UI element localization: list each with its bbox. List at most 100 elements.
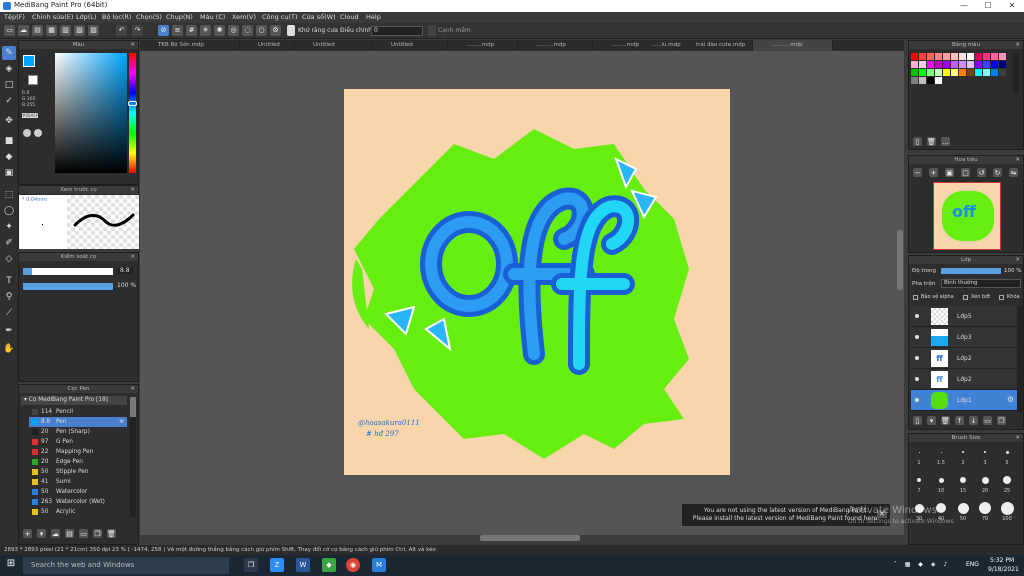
doc-tab[interactable]: .........mdp <box>593 40 639 51</box>
clock-date[interactable]: 9/18/2021 <box>988 566 1019 573</box>
color-swatch[interactable] <box>943 61 950 68</box>
soft-edge-checkbox[interactable] <box>428 25 436 36</box>
secondary-color-swatch[interactable] <box>28 75 38 85</box>
color-swatch[interactable] <box>943 69 950 76</box>
move-up-icon[interactable]: ↑ <box>955 416 964 425</box>
saturation-value-picker[interactable] <box>55 53 127 173</box>
minimize-button[interactable]: — <box>952 0 976 12</box>
brush-item[interactable]: 50 Watercolor <box>29 487 127 497</box>
color-swatch[interactable] <box>975 61 982 68</box>
color-swatch[interactable] <box>967 69 974 76</box>
layer-folder-icon[interactable]: ▭ <box>983 416 992 425</box>
hand-tool-icon[interactable]: ✋ <box>2 342 16 356</box>
layer-opacity-slider[interactable] <box>941 268 1001 274</box>
zoom-app-icon[interactable]: Z <box>270 558 284 572</box>
doc-tab[interactable]: TKB Bộ Sớn.mdp <box>140 40 240 51</box>
save-icon[interactable]: ▦ <box>46 25 57 36</box>
color-swatch[interactable] <box>983 61 990 68</box>
brush-item[interactable]: 97 G Pen <box>29 437 127 447</box>
brush-item[interactable]: 20 Edge Pen <box>29 457 127 467</box>
brush-size-value[interactable]: 8.8 <box>117 267 133 274</box>
brush-tool-icon[interactable]: ✎ <box>2 46 16 60</box>
color-swatch[interactable] <box>999 69 1006 76</box>
color-swatch[interactable] <box>919 77 926 84</box>
layer-scrollbar[interactable] <box>1017 306 1023 412</box>
lock-checkbox[interactable] <box>999 295 1004 300</box>
doc-tab[interactable]: trái đào cute.mdp <box>678 40 753 51</box>
color-swatch[interactable] <box>991 69 998 76</box>
color-swatch[interactable] <box>911 77 918 84</box>
brush-menu-icon[interactable]: ▾ <box>37 529 46 538</box>
brush-size-option[interactable] <box>938 477 944 483</box>
color-swatch[interactable] <box>919 53 926 60</box>
visibility-icon[interactable] <box>915 335 919 339</box>
taskbar-search[interactable]: Search the web and Windows <box>23 557 229 574</box>
color-swatch[interactable] <box>911 61 918 68</box>
brush-list-scrollbar[interactable] <box>130 397 136 517</box>
text-tool-icon[interactable]: T <box>2 274 16 288</box>
horizontal-scrollbar[interactable] <box>480 535 580 541</box>
undo-icon[interactable]: ↶ <box>116 25 127 36</box>
zoom-out-icon[interactable]: − <box>913 168 922 177</box>
close-button[interactable]: ✕ <box>1000 0 1024 12</box>
doc-tab[interactable]: Untitled <box>240 40 295 51</box>
visibility-icon[interactable] <box>915 377 919 381</box>
flip-icon[interactable]: ⇋ <box>1009 168 1018 177</box>
brush-item[interactable]: 50 Stipple Pen <box>29 467 127 477</box>
color-swatch[interactable] <box>959 69 966 76</box>
layer-menu-icon[interactable]: ▾ <box>927 416 936 425</box>
new-layer-icon[interactable]: ▯ <box>913 416 922 425</box>
gear-icon[interactable]: ✲ <box>119 417 124 427</box>
doc-tab[interactable]: ..........mdp <box>518 40 593 51</box>
brush-item[interactable]: 263 Watercolor (Wet) <box>29 497 127 507</box>
menu-filter[interactable]: Bộ lọc(R) <box>102 13 131 21</box>
doc-tab[interactable]: ......lu.mdp <box>633 40 681 51</box>
navigator-thumbnail[interactable]: off <box>933 182 1001 250</box>
layer-row-selected[interactable]: Lớp1 ⚙ <box>911 390 1017 411</box>
primary-color-swatch[interactable] <box>23 55 35 67</box>
snap-circle-icon[interactable]: ◎ <box>228 25 239 36</box>
color-swatch[interactable] <box>935 61 942 68</box>
maximize-button[interactable]: ☐ <box>976 0 1000 12</box>
color-swatch[interactable] <box>919 69 926 76</box>
color-swatch[interactable] <box>983 53 990 60</box>
color-swatch[interactable] <box>911 69 918 76</box>
new-icon[interactable]: ▭ <box>4 25 15 36</box>
layer-row[interactable]: ff Lớp2 <box>911 369 1017 390</box>
visibility-icon[interactable] <box>915 356 919 360</box>
hue-slider[interactable] <box>129 53 136 173</box>
color-swatch[interactable] <box>951 61 958 68</box>
color-swatch[interactable] <box>927 61 934 68</box>
hex-field[interactable]: #00A5FF <box>22 113 40 118</box>
color-swatch[interactable] <box>999 53 1006 60</box>
color-swatch[interactable] <box>911 53 918 60</box>
layout-icon[interactable]: ▧ <box>74 25 85 36</box>
color-swatch[interactable] <box>959 53 966 60</box>
snap-parallel-icon[interactable]: ≡ <box>172 25 183 36</box>
duplicate-layer-icon[interactable]: ❐ <box>997 416 1006 425</box>
snap-icon[interactable]: ▨ <box>88 25 99 36</box>
language-indicator[interactable]: ENG <box>966 561 979 568</box>
open-icon[interactable]: ▤ <box>32 25 43 36</box>
blend-mode-select[interactable]: Bình thường <box>941 279 1021 288</box>
grid-icon[interactable]: ▥ <box>60 25 71 36</box>
color-swatch[interactable] <box>927 77 934 84</box>
menu-edit[interactable]: Chỉnh sửa(E) <box>32 13 73 21</box>
chrome-icon[interactable]: ◉ <box>346 558 360 572</box>
rotate-right-icon[interactable]: ↻ <box>993 168 1002 177</box>
vertical-scrollbar[interactable] <box>897 230 903 290</box>
color-swatch[interactable] <box>991 61 998 68</box>
operation-tool-icon[interactable]: ⚲ <box>2 290 16 304</box>
shape-tool-icon[interactable]: □ <box>2 78 16 92</box>
color-mode-icon[interactable] <box>23 129 31 137</box>
color-swatch[interactable] <box>983 69 990 76</box>
app-icon-green[interactable]: ◆ <box>322 558 336 572</box>
brush-size-option[interactable] <box>960 477 966 483</box>
menu-cloud[interactable]: Cloud <box>340 13 359 21</box>
brush-size-option[interactable] <box>936 503 946 513</box>
color-swatch[interactable] <box>959 61 966 68</box>
color-swatch[interactable] <box>975 53 982 60</box>
brush-size-option[interactable] <box>984 451 986 453</box>
color-wheel-icon[interactable] <box>34 129 42 137</box>
folder-icon[interactable]: ▭ <box>79 529 88 538</box>
